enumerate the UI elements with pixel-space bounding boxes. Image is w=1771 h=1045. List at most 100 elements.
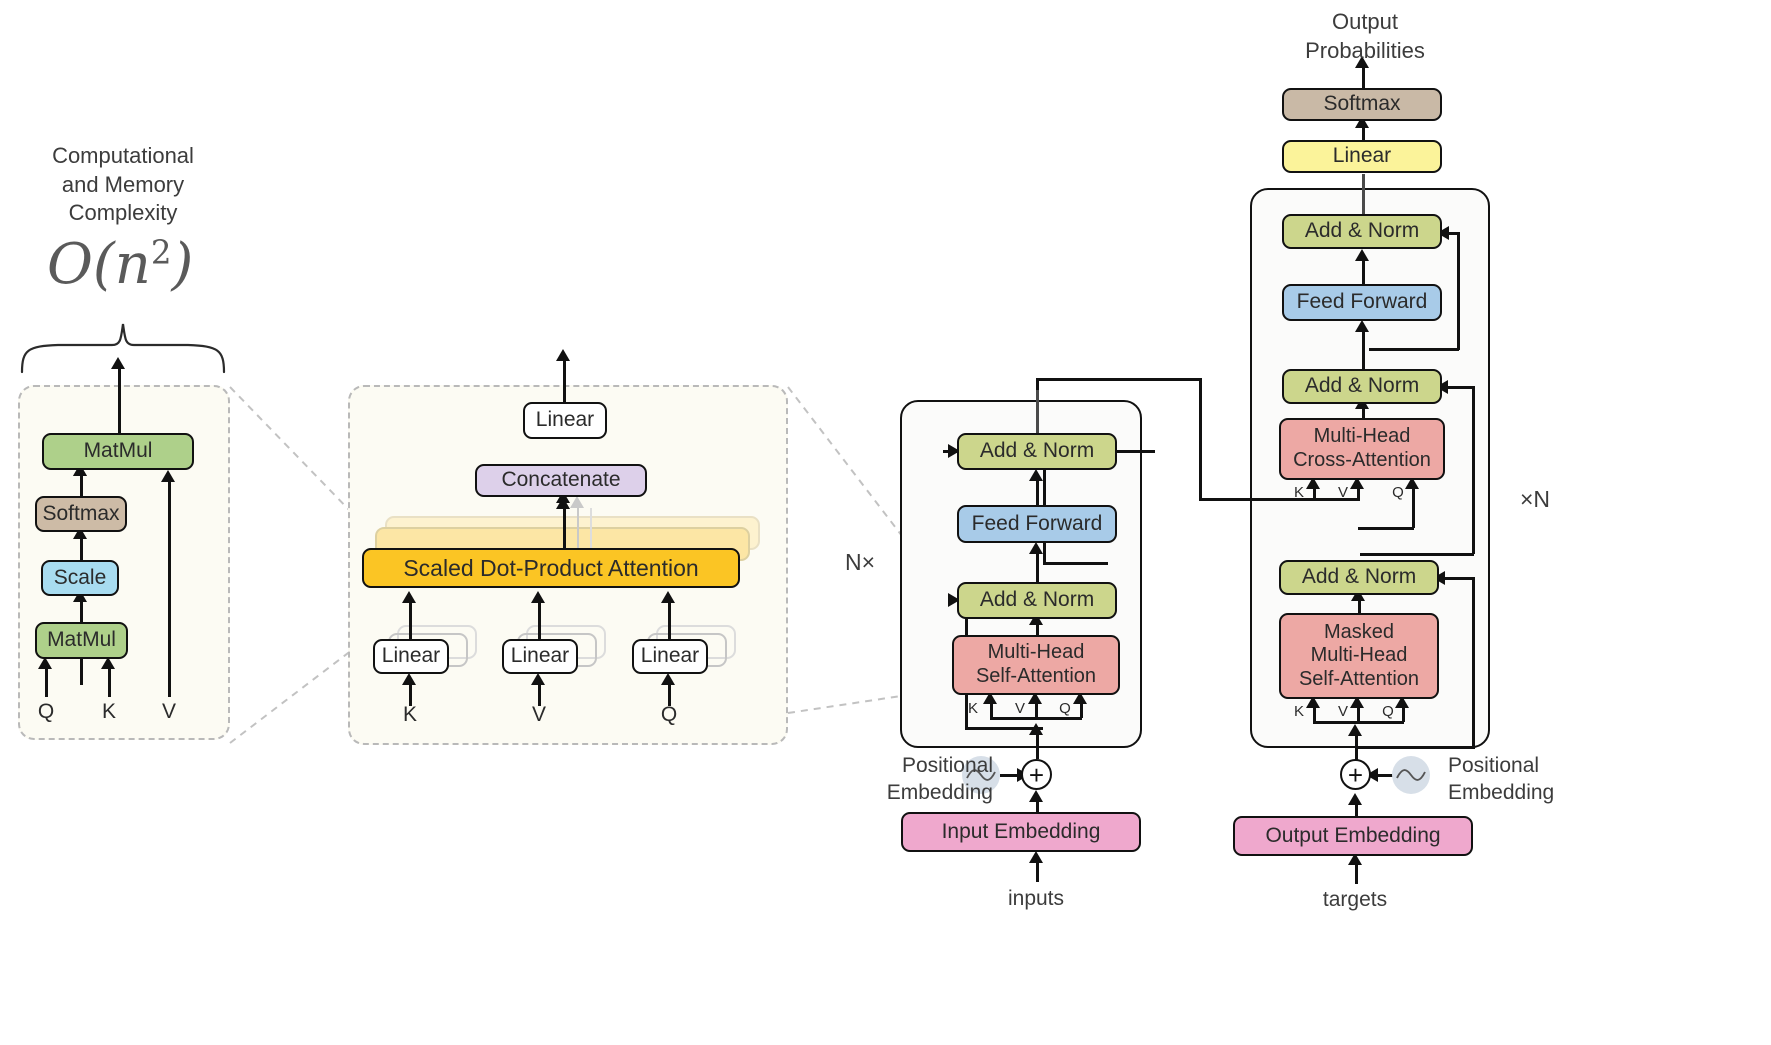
node-encoder-add-norm-2[interactable]: Add & Norm xyxy=(957,433,1117,470)
callout-guide-sdp-to-multihead xyxy=(229,386,357,744)
decoder-cross-q-shaft xyxy=(1412,483,1415,528)
complexity-value-base: O(n xyxy=(47,232,151,297)
node-mh-linear-out[interactable]: Linear xyxy=(523,402,607,439)
encoder-addnorm1-to-ff-head xyxy=(1029,542,1043,554)
node-encoder-feed-forward[interactable]: Feed Forward xyxy=(957,505,1117,543)
sdp-input-label-q: Q xyxy=(37,700,55,723)
node-mh-linear-k[interactable]: Linear xyxy=(373,639,449,674)
node-decoder-add-norm-2[interactable]: Add & Norm xyxy=(1282,369,1442,404)
inputs-label: inputs xyxy=(1007,887,1065,910)
mh-sdpa-to-concat-ghost-shaft xyxy=(577,503,580,548)
mh-input-v-head xyxy=(531,673,545,685)
positional-embedding-left-label: Positional Embedding xyxy=(886,754,993,805)
decoder-addnorm2-to-ff-head xyxy=(1355,320,1369,332)
decoder-addnorm3-to-linear-shaft xyxy=(1362,174,1365,216)
node-encoder-self-attention[interactable]: Multi-Head Self-Attention xyxy=(952,635,1120,695)
decoder-residual-2-riser xyxy=(1472,386,1475,554)
node-sdp-matmul-top[interactable]: MatMul xyxy=(42,433,194,470)
decoder-residual-1-riser xyxy=(1472,577,1475,747)
encoder-addnorm2-output-shaft xyxy=(1036,388,1039,434)
node-sdp-softmax[interactable]: Softmax xyxy=(35,496,127,532)
mh-sdpa-to-concat-ghost-head xyxy=(570,496,584,508)
decoder-residual-2-bottom xyxy=(1360,553,1474,556)
node-mh-concatenate[interactable]: Concatenate xyxy=(475,464,647,497)
mh-sdpa-to-concat-shaft xyxy=(563,503,566,551)
mh-linear-q-to-sdpa-head xyxy=(661,591,675,603)
mh-output-shaft xyxy=(563,355,566,403)
node-decoder-cross-attention[interactable]: Multi-Head Cross-Attention xyxy=(1279,418,1445,480)
node-mh-scaled-dot-product-attention[interactable]: Scaled Dot-Product Attention xyxy=(362,548,740,588)
sdp-arrow-bottom-matmul-to-scale-shaft xyxy=(80,659,83,685)
node-encoder-add-norm-1[interactable]: Add & Norm xyxy=(957,582,1117,619)
positional-sine-icon-right xyxy=(1392,756,1430,794)
complexity-value-close: ) xyxy=(171,232,194,297)
decoder-repeat-label: ×N xyxy=(1519,486,1551,512)
encoder-oplus-to-block-head xyxy=(1029,723,1043,735)
decoder-cross-label-q: Q xyxy=(1392,484,1404,501)
complexity-caption: Computational and Memory Complexity xyxy=(52,143,194,226)
encoder-input-label-k: K xyxy=(967,700,978,717)
output-embedding-to-oplus-head xyxy=(1348,793,1362,805)
mh-sdpa-to-concat-head xyxy=(556,497,570,509)
mh-output-head xyxy=(556,349,570,361)
positional-embedding-right-label: Positional Embedding xyxy=(1448,754,1555,805)
node-sdp-matmul-bottom[interactable]: MatMul xyxy=(35,622,128,659)
encoder-addnorm1-to-ff-shaft xyxy=(1036,549,1039,583)
sdp-input-v-shaft xyxy=(168,478,171,697)
node-decoder-softmax[interactable]: Softmax xyxy=(1282,88,1442,121)
output-probabilities-label: Output Probabilities xyxy=(1305,9,1425,63)
encoder-kvq-bus xyxy=(990,717,1082,720)
mh-linear-v-to-sdpa-shaft xyxy=(538,598,541,642)
decoder-residual-1-bottom xyxy=(1355,746,1475,749)
node-decoder-masked-self-attention[interactable]: Masked Multi-Head Self-Attention xyxy=(1279,613,1439,699)
mh-linear-q-to-sdpa-shaft xyxy=(668,598,671,642)
sdp-input-v-head xyxy=(161,470,175,482)
mh-input-label-v: V xyxy=(531,703,546,726)
node-decoder-add-norm-3[interactable]: Add & Norm xyxy=(1282,214,1442,249)
encoder-ff-to-addnorm2-head xyxy=(1029,469,1043,481)
node-sdp-scale[interactable]: Scale xyxy=(41,560,119,596)
complexity-value-exponent: 2 xyxy=(150,233,172,272)
complexity-arrow-head xyxy=(111,357,125,369)
decoder-residual-3-bottom xyxy=(1369,348,1459,351)
sdp-output-shaft xyxy=(118,400,121,435)
decoder-addnorm2-to-ff-shaft xyxy=(1362,327,1365,372)
node-input-embedding[interactable]: Input Embedding xyxy=(901,812,1141,852)
encoder-to-decoder-top xyxy=(1036,378,1201,381)
decoder-cross-label-v: V xyxy=(1337,484,1348,501)
decoder-oplus-to-block-head xyxy=(1348,724,1362,736)
sdp-input-q-shaft xyxy=(45,665,48,697)
mh-input-label-q: Q xyxy=(660,703,678,726)
mh-linear-v-to-sdpa-head xyxy=(531,591,545,603)
encoder-add-positional-node: + xyxy=(1021,759,1052,790)
diagram-canvas: Computational and Memory Complexity O(n2… xyxy=(0,0,1771,1045)
node-mh-linear-q[interactable]: Linear xyxy=(632,639,708,674)
decoder-q-feed-bus xyxy=(1358,527,1414,530)
inputs-to-embedding-head xyxy=(1029,851,1043,863)
decoder-residual-3-riser xyxy=(1457,232,1460,350)
sdp-input-label-k: K xyxy=(101,700,116,723)
encoder-to-decoder-drop xyxy=(1199,378,1202,500)
mh-input-label-k: K xyxy=(402,703,417,726)
mh-linear-k-to-sdpa-head xyxy=(402,591,416,603)
decoder-ff-to-addnorm3-head xyxy=(1355,249,1369,261)
mh-input-k-head xyxy=(402,673,416,685)
encoder-input-label-q: Q xyxy=(1059,700,1071,717)
mh-sdpa-to-concat-ghost-shaft-2 xyxy=(590,508,592,548)
input-embedding-to-oplus-head xyxy=(1029,790,1043,802)
decoder-add-positional-node: + xyxy=(1340,759,1371,790)
node-mh-linear-v[interactable]: Linear xyxy=(502,639,578,674)
sdp-input-k-shaft xyxy=(108,665,111,697)
decoder-cross-label-k: K xyxy=(1293,484,1304,501)
node-output-embedding[interactable]: Output Embedding xyxy=(1233,816,1473,856)
node-decoder-feed-forward[interactable]: Feed Forward xyxy=(1282,284,1442,321)
node-decoder-add-norm-1[interactable]: Add & Norm xyxy=(1279,560,1439,595)
encoder-repeat-label: N× xyxy=(844,549,876,575)
decoder-masked-label-q: Q xyxy=(1382,703,1394,720)
decoder-masked-label-v: V xyxy=(1337,703,1348,720)
encoder-input-label-v: V xyxy=(1014,700,1025,717)
node-decoder-linear[interactable]: Linear xyxy=(1282,140,1442,173)
mh-input-q-head xyxy=(661,673,675,685)
encoder-residual-2-bottom xyxy=(1043,562,1108,565)
sdp-input-label-v: V xyxy=(161,700,176,723)
